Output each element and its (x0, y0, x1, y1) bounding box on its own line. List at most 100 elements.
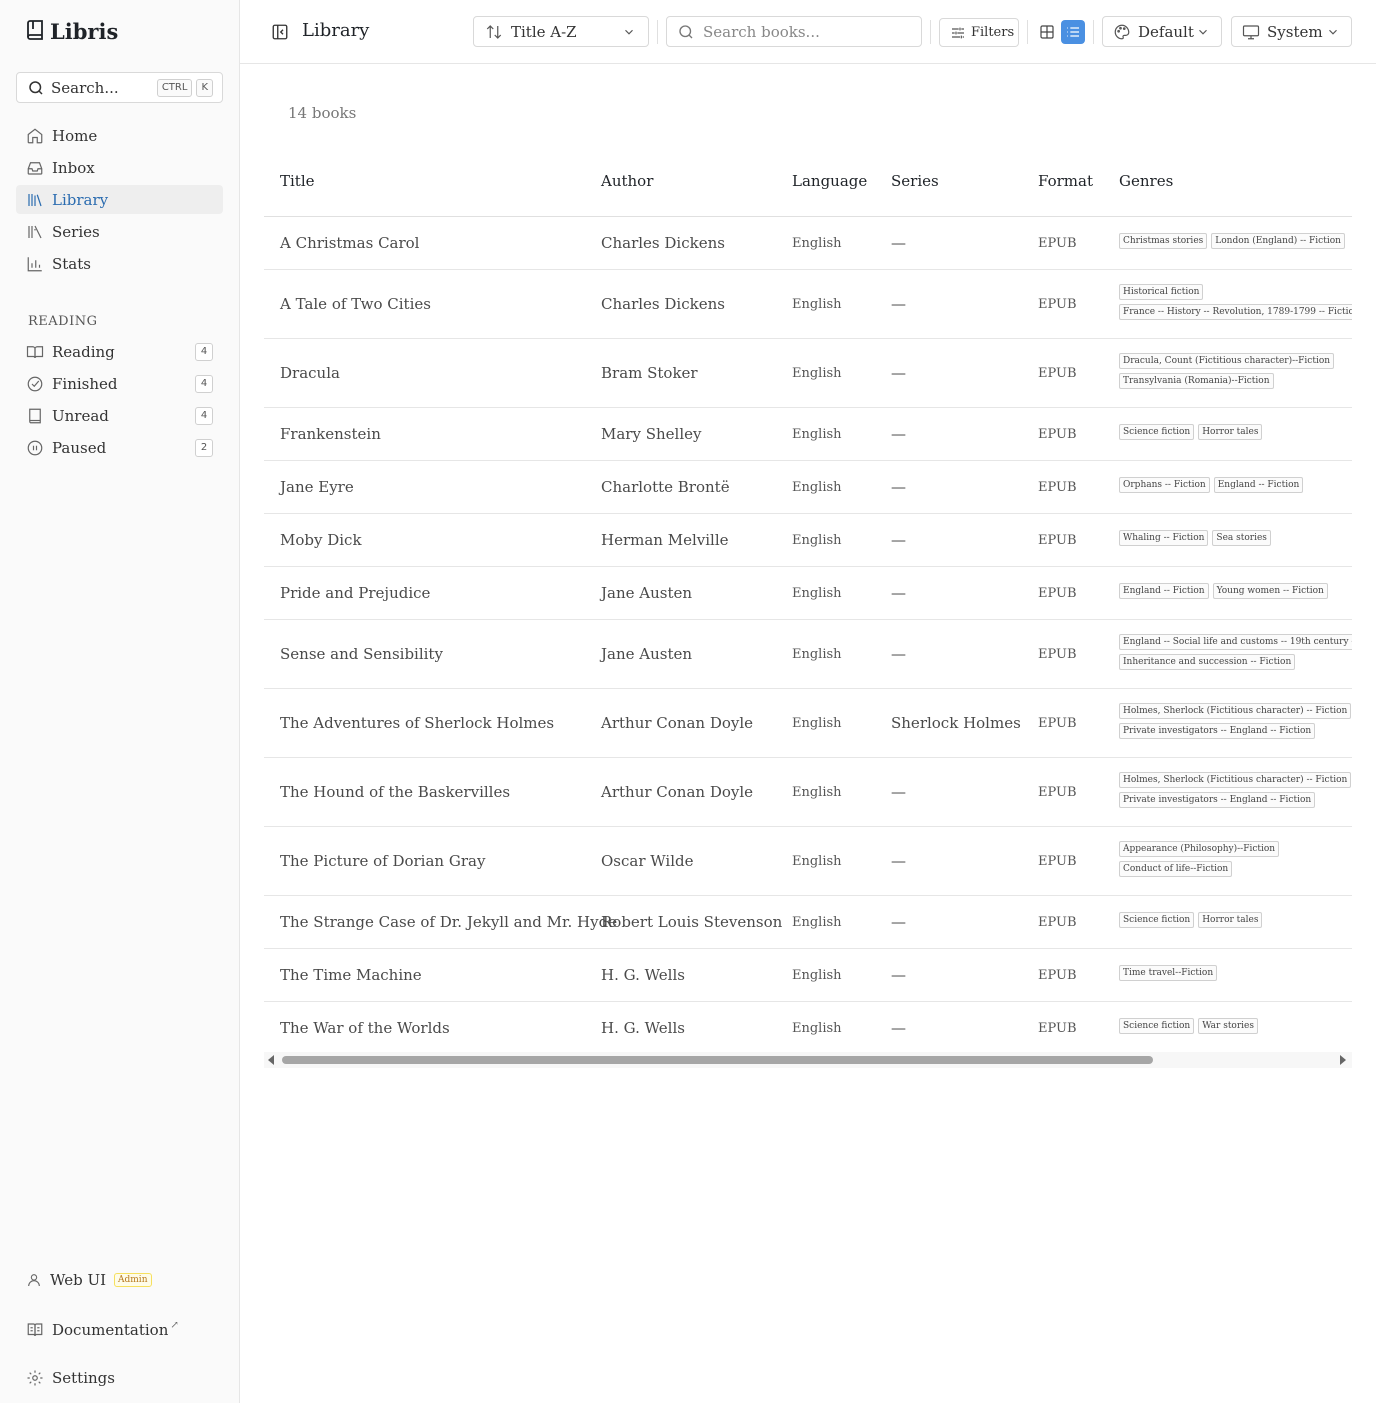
stats-icon (27, 256, 42, 271)
genre-tag[interactable]: Horror tales (1198, 912, 1263, 928)
genre-tag[interactable]: Science fiction (1119, 424, 1195, 440)
cell-genres: Holmes, Sherlock (Fictitious character) … (1119, 772, 1352, 808)
table-body: A Christmas Carol Charles Dickens English —… (264, 217, 1352, 1055)
genre-tag[interactable]: Science fiction (1119, 1018, 1195, 1034)
column-header-format[interactable]: Format (1038, 172, 1093, 190)
cell-series: — (891, 966, 906, 984)
nav-item-home[interactable]: Home (16, 121, 223, 150)
table-row[interactable]: A Christmas Carol Charles Dickens English —… (264, 217, 1352, 270)
sort-select[interactable]: Title A-Z (473, 16, 649, 47)
search-icon (679, 24, 693, 38)
scrollbar-thumb[interactable] (282, 1056, 1153, 1064)
column-header-series[interactable]: Series (891, 172, 939, 190)
table-row[interactable]: Dracula Bram Stoker English — EPUB Dracula, C… (264, 339, 1352, 408)
cell-language: English (792, 716, 842, 731)
table-row[interactable]: The Picture of Dorian Gray Oscar Wilde Eng… (264, 827, 1352, 896)
column-header-language[interactable]: Language (792, 172, 867, 190)
reading-section-label: READING (28, 314, 98, 329)
cell-language: English (792, 785, 842, 800)
table-row[interactable]: Pride and Prejudice Jane Austen English — EP… (264, 567, 1352, 620)
filters-button[interactable]: Filters (939, 18, 1019, 47)
column-header-title[interactable]: Title (280, 172, 315, 190)
table-row[interactable]: Moby Dick Herman Melville English — EPUB Whal… (264, 514, 1352, 567)
documentation-link[interactable]: Documentation ↗ (26, 1320, 179, 1339)
table-row[interactable]: The Time Machine H. G. Wells English — EPUB T… (264, 949, 1352, 1002)
genre-tag[interactable]: Conduct of life--Fiction (1119, 861, 1233, 877)
table-row[interactable]: The Hound of the Baskervilles Arthur Cona… (264, 758, 1352, 827)
genre-tag[interactable]: Christmas stories (1119, 233, 1208, 249)
nav-label: Series (52, 222, 100, 241)
table-row[interactable]: The War of the Worlds H. G. Wells English —… (264, 1002, 1352, 1055)
genre-tag[interactable]: Holmes, Sherlock (Fictitious character) … (1119, 703, 1352, 719)
genre-tag[interactable]: Transylvania (Romania)--Fiction (1119, 373, 1274, 389)
genre-tag[interactable]: Holmes, Sherlock (Fictitious character) … (1119, 772, 1352, 788)
genre-line: Private investigators -- England -- Fict… (1119, 792, 1351, 808)
genre-line: Science fiction Horror tales (1119, 424, 1263, 440)
column-header-author[interactable]: Author (601, 172, 653, 190)
genre-tag[interactable]: Orphans -- Fiction (1119, 477, 1210, 493)
cell-author: Arthur Conan Doyle (601, 714, 754, 732)
theme-select[interactable]: Default (1102, 16, 1222, 47)
genre-tag[interactable]: England -- Fiction (1213, 477, 1304, 493)
genre-tag[interactable]: France -- History -- Revolution, 1789-17… (1119, 304, 1352, 320)
nav-item-stats[interactable]: Stats (16, 249, 223, 278)
cell-language: English (792, 480, 842, 495)
series-icon (28, 225, 42, 238)
genre-tag[interactable]: Horror tales (1198, 424, 1263, 440)
nav-item-series[interactable]: Series (16, 217, 223, 246)
table-row[interactable]: The Strange Case of Dr. Jekyll and Mr. H… (264, 896, 1352, 949)
admin-badge: Admin (114, 1273, 152, 1287)
genre-tag[interactable]: London (England) -- Fiction (1211, 233, 1345, 249)
grid-view-button[interactable] (1035, 20, 1059, 44)
scroll-left-arrow-icon[interactable] (268, 1055, 274, 1065)
cell-language: English (792, 647, 842, 662)
genre-tag[interactable]: Historical fiction (1119, 284, 1204, 300)
appearance-mode-select[interactable]: System (1231, 16, 1352, 47)
cell-genres: Orphans -- Fiction England -- Fiction (1119, 477, 1304, 493)
settings-link[interactable]: Settings (26, 1369, 115, 1387)
genre-tag[interactable]: England -- Social life and customs -- 19… (1119, 634, 1352, 650)
app-logo[interactable]: Libris (26, 18, 118, 44)
nav-item-paused[interactable]: Paused 2 (16, 433, 223, 462)
genre-tag[interactable]: Private investigators -- England -- Fict… (1119, 792, 1316, 808)
nav-item-reading[interactable]: Reading 4 (16, 337, 223, 366)
table-row[interactable]: Jane Eyre Charlotte Brontë English — EPUB Orp… (264, 461, 1352, 514)
nav-item-unread[interactable]: Unread 4 (16, 401, 223, 430)
table-row[interactable]: A Tale of Two Cities Charles Dickens Engli… (264, 270, 1352, 339)
chevron-down-icon (625, 29, 633, 35)
genre-tag[interactable]: Inheritance and succession -- Fiction (1119, 654, 1296, 670)
sidebar-search[interactable]: Search... CTRL K (16, 72, 223, 103)
genre-tag[interactable]: Science fiction (1119, 912, 1195, 928)
nav-item-library[interactable]: Library (16, 185, 223, 214)
genre-tag[interactable]: Young women -- Fiction (1212, 583, 1328, 599)
sliders-icon (952, 27, 964, 38)
cell-language: English (792, 1021, 842, 1036)
table-row[interactable]: Frankenstein Mary Shelley English — EPUB Scie… (264, 408, 1352, 461)
genre-tag[interactable]: War stories (1198, 1018, 1258, 1034)
genre-tag[interactable]: Time travel--Fiction (1119, 965, 1218, 981)
nav-item-finished[interactable]: Finished 4 (16, 369, 223, 398)
search-icon (29, 80, 43, 95)
genre-tag[interactable]: Dracula, Count (Fictitious character)--F… (1119, 353, 1335, 369)
web-ui-user[interactable]: Web UI Admin (26, 1271, 152, 1289)
column-header-genres[interactable]: Genres (1119, 172, 1173, 190)
cell-title: Moby Dick (280, 531, 362, 549)
horizontal-scrollbar[interactable] (264, 1052, 1352, 1068)
scroll-right-arrow-icon[interactable] (1340, 1055, 1346, 1065)
table-row[interactable]: The Adventures of Sherlock Holmes Arthur … (264, 689, 1352, 758)
genre-tag[interactable]: Sea stories (1212, 530, 1271, 546)
palette-icon (1114, 24, 1130, 39)
genre-tag[interactable]: Appearance (Philosophy)--Fiction (1119, 841, 1280, 857)
cell-author: Jane Austen (601, 584, 693, 602)
nav-item-inbox[interactable]: Inbox (16, 153, 223, 182)
divider (930, 20, 931, 44)
genre-tag[interactable]: England -- Fiction (1119, 583, 1209, 599)
search-books-input[interactable]: Search books... (666, 16, 922, 47)
genre-tag[interactable]: Whaling -- Fiction (1119, 530, 1209, 546)
genre-tag[interactable]: Private investigators -- England -- Fict… (1119, 723, 1316, 739)
table-row[interactable]: Sense and Sensibility Jane Austen English —… (264, 620, 1352, 689)
genre-line: France -- History -- Revolution, 1789-17… (1119, 304, 1352, 320)
list-view-button[interactable] (1061, 20, 1085, 44)
sidebar-toggle-icon[interactable] (271, 23, 289, 41)
home-icon (27, 127, 43, 143)
